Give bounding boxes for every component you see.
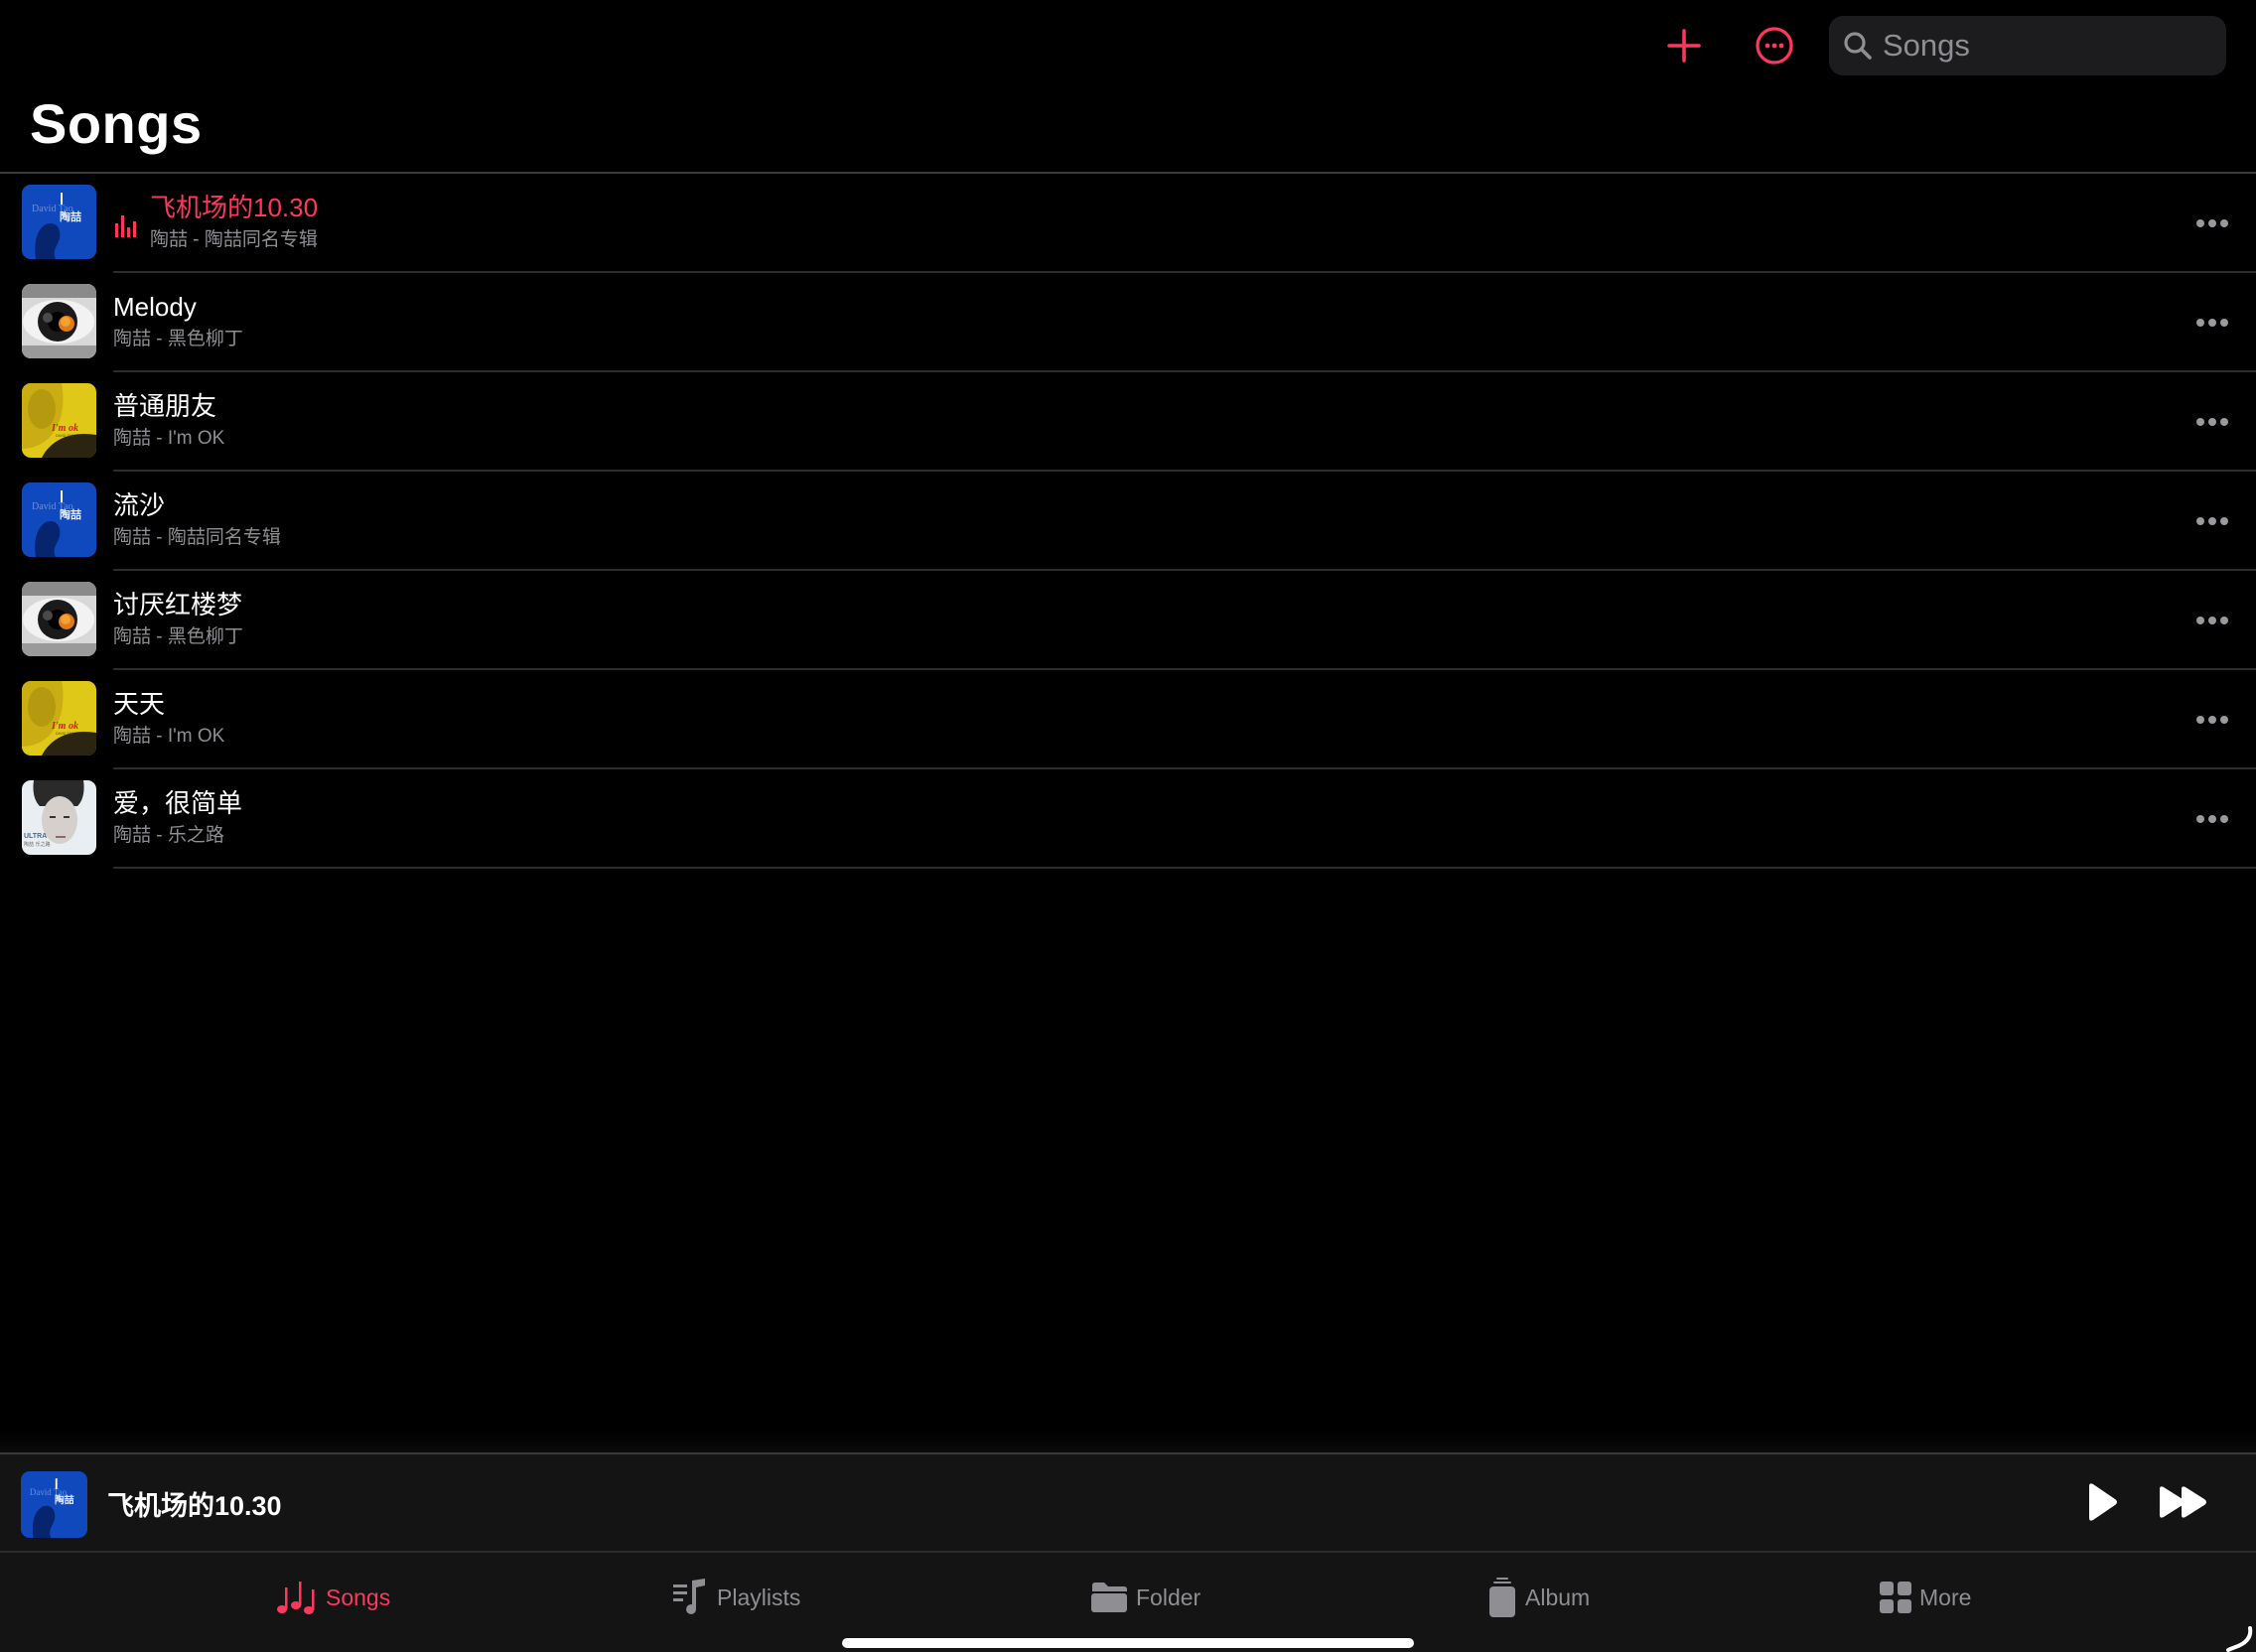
add-button[interactable] [1652,14,1716,77]
tab-label: More [1919,1583,1972,1610]
yellow-portrait-album-art [22,383,96,458]
tab-playlists[interactable]: Playlists [673,1573,800,1622]
dot-icon [2220,418,2228,426]
home-indicator[interactable] [842,1638,1414,1648]
dot-icon [2208,219,2216,227]
search-input[interactable] [1883,28,2200,64]
dot-icon [2196,716,2204,724]
song-row[interactable]: 飞机场的10.30 陶喆 - 陶喆同名专辑 [0,174,2256,273]
ellipsis-circle-icon [1756,27,1793,65]
dot-icon [2196,617,2204,624]
dot-icon [2196,418,2204,426]
dot-icon [2196,219,2204,227]
tab-folder[interactable]: Folder [1090,1573,1200,1622]
dot-icon [2220,716,2228,724]
dot-icon [2208,517,2216,525]
eye-album-art [22,284,96,358]
eye-album-art [22,582,96,656]
song-row[interactable]: 讨厌红楼梦 陶喆 - 黑色柳丁 [0,571,2256,670]
song-subtitle: 陶喆 - 陶喆同名专辑 [113,527,281,548]
more-options-button[interactable] [1743,14,1806,77]
song-title: 天天 [113,689,166,719]
song-subtitle: 陶喆 - 乐之路 [113,825,224,846]
song-more-button[interactable] [2190,501,2234,541]
music-notes-icon [277,1582,315,1614]
song-subtitle: 陶喆 - 黑色柳丁 [113,329,243,349]
dot-icon [2220,319,2228,327]
song-list: 飞机场的10.30 陶喆 - 陶喆同名专辑 Melody 陶喆 - 黑色柳丁 普… [0,174,2256,869]
dot-icon [2208,319,2216,327]
pencil-stroke-icon [2226,1626,2253,1652]
song-more-button[interactable] [2190,303,2234,343]
tab-label: Folder [1136,1583,1201,1610]
page-title: Songs [30,92,203,155]
yellow-portrait-album-art [22,681,96,756]
song-title: 讨厌红楼梦 [113,590,243,620]
now-playing-equalizer-icon [115,215,136,237]
song-row[interactable]: Melody 陶喆 - 黑色柳丁 [0,273,2256,372]
tab-label: Songs [326,1583,391,1610]
song-row[interactable]: 爱，很简单 陶喆 - 乐之路 [0,769,2256,869]
now-playing-title: 飞机场的10.30 [107,1491,282,1521]
song-more-button[interactable] [2190,700,2234,740]
song-more-button[interactable] [2190,799,2234,839]
dot-icon [2208,716,2216,724]
song-row[interactable]: 天天 陶喆 - I'm OK [0,670,2256,769]
song-title: 爱，很简单 [113,788,243,818]
song-subtitle: 陶喆 - 陶喆同名专辑 [150,229,318,250]
grid-icon [1880,1582,1911,1613]
tab-label: Album [1525,1583,1591,1610]
dot-icon [2220,815,2228,823]
tab-album[interactable]: Album [1487,1573,1590,1622]
dot-icon [2208,617,2216,624]
song-title: 普通朋友 [113,391,217,421]
dot-icon [2220,219,2228,227]
dot-icon [2208,418,2216,426]
song-row[interactable]: 普通朋友 陶喆 - I'm OK [0,372,2256,472]
plus-icon [1667,29,1701,63]
mini-player-shadow [0,1430,2256,1452]
tab-label: Playlists [717,1583,801,1610]
tab-bar: Songs Playlists Folder Album More [0,1551,2256,1652]
dot-icon [2196,815,2204,823]
album-stack-icon [1489,1578,1515,1617]
white-portrait-album-art [22,780,96,855]
tab-more[interactable]: More [1880,1573,1971,1622]
blue-portrait-album-art [21,1471,87,1538]
song-title: 飞机场的10.30 [150,193,319,222]
play-icon[interactable] [2081,1480,2121,1524]
blue-portrait-album-art [22,482,96,557]
dot-icon [2208,815,2216,823]
song-subtitle: 陶喆 - I'm OK [113,726,225,747]
dot-icon [2220,617,2228,624]
song-more-button[interactable] [2190,402,2234,442]
magnifying-glass-icon [1844,32,1872,60]
mini-player[interactable]: 飞机场的10.30 [0,1452,2256,1551]
top-navigation-bar [0,0,2256,91]
song-more-button[interactable] [2190,204,2234,243]
search-field[interactable] [1829,16,2226,75]
dot-icon [2196,319,2204,327]
song-more-button[interactable] [2190,601,2234,640]
forward-icon[interactable] [2157,1480,2212,1524]
dot-icon [2220,517,2228,525]
folder-icon [1091,1583,1127,1612]
song-row[interactable]: 流沙 陶喆 - 陶喆同名专辑 [0,472,2256,571]
song-subtitle: 陶喆 - I'm OK [113,428,225,449]
music-list-icon [673,1579,705,1614]
song-title: 流沙 [113,490,166,520]
blue-portrait-album-art [22,185,96,259]
song-subtitle: 陶喆 - 黑色柳丁 [113,626,243,647]
song-title: Melody [113,292,197,322]
tab-songs[interactable]: Songs [276,1573,390,1622]
dot-icon [2196,517,2204,525]
